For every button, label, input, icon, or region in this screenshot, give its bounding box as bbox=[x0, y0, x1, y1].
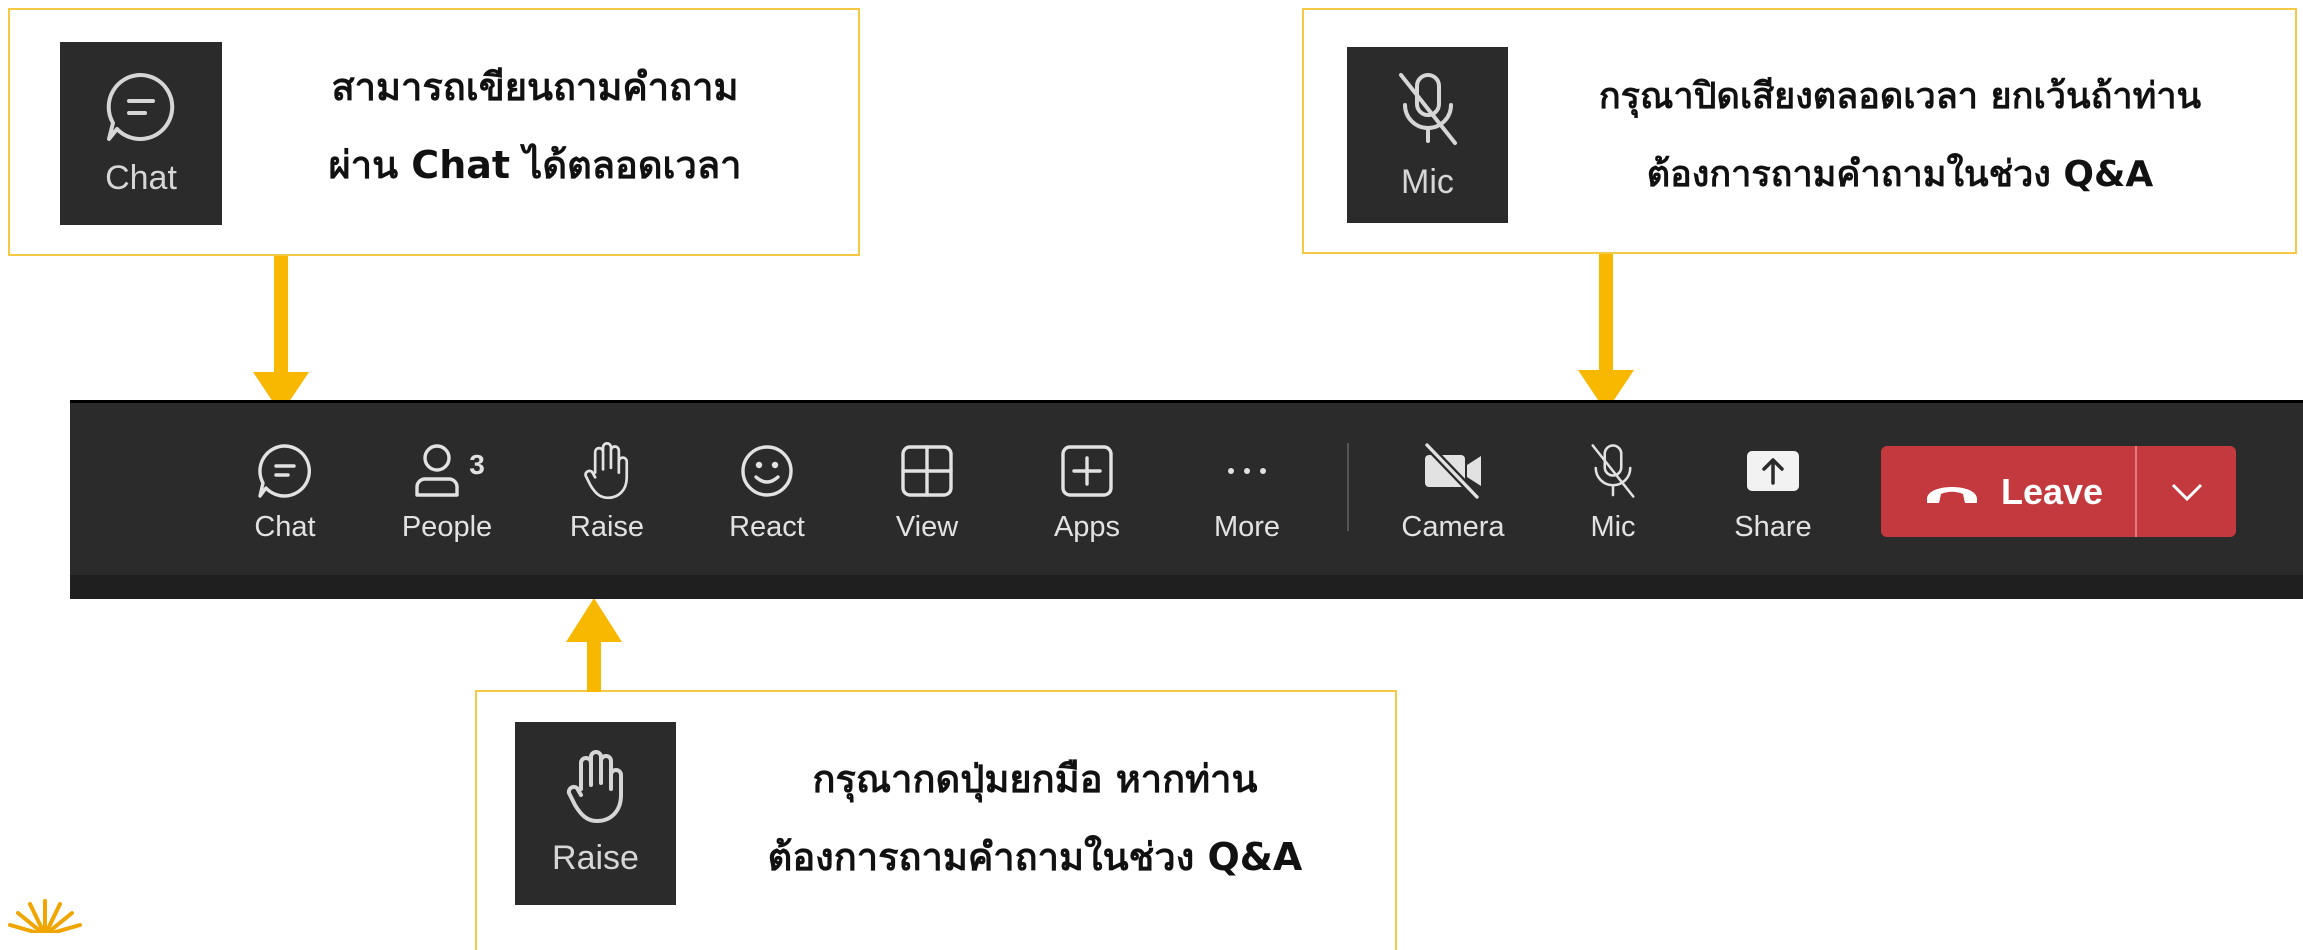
chat-button-label: Chat bbox=[254, 511, 316, 543]
more-button-label: More bbox=[1213, 511, 1281, 543]
raised-hand-icon bbox=[584, 442, 629, 500]
chat-icon bbox=[258, 444, 311, 498]
raised-hand-icon bbox=[566, 750, 623, 823]
raise-tile: Raise bbox=[515, 722, 676, 905]
react-button[interactable]: React bbox=[702, 441, 832, 551]
people-count-badge: 3 bbox=[469, 449, 485, 480]
toolbar-divider bbox=[1347, 443, 1349, 531]
leave-button-label: Leave bbox=[2001, 470, 2104, 512]
share-button-label: Share bbox=[1734, 511, 1812, 543]
leave-options-dropdown[interactable] bbox=[2137, 482, 2236, 502]
raise-callout-line1: กรุณากดปุ่มยกมือ หากท่าน bbox=[812, 757, 1258, 801]
mic-button[interactable]: Mic bbox=[1548, 441, 1678, 551]
camera-off-icon bbox=[1423, 441, 1481, 501]
mic-callout-line2: ต้องการถามคำถามในช่วง Q&A bbox=[1646, 154, 2154, 195]
people-button[interactable]: 3 People bbox=[382, 441, 512, 551]
chat-callout-line2: ผ่าน Chat ได้ตลอดเวลา bbox=[328, 143, 742, 187]
raise-hand-button[interactable]: Raise bbox=[542, 441, 672, 551]
share-screen-icon bbox=[1747, 451, 1799, 491]
camera-button[interactable]: Camera bbox=[1388, 441, 1518, 551]
react-button-label: React bbox=[729, 511, 805, 543]
camera-button-label: Camera bbox=[1401, 511, 1505, 543]
smiley-icon bbox=[741, 445, 793, 497]
raise-tile-label: Raise bbox=[552, 839, 639, 877]
meeting-toolbar: Chat 3 People Raise React View Apps More… bbox=[70, 400, 2303, 575]
mic-callout-text: กรุณาปิดเสียงตลอดเวลา ยกเว้นถ้าท่าน ต้อง… bbox=[1520, 58, 2280, 214]
mic-button-label: Mic bbox=[1590, 511, 1636, 543]
sunburst-logo bbox=[0, 895, 90, 933]
mic-off-icon bbox=[1398, 72, 1457, 145]
chat-icon bbox=[106, 72, 175, 141]
people-button-label: People bbox=[401, 511, 493, 543]
leave-main[interactable]: Leave bbox=[1881, 471, 2135, 513]
toolbar-bottom-strip bbox=[70, 575, 2303, 599]
chevron-down-icon bbox=[2171, 483, 2202, 501]
chat-callout-line1: สามารถเขียนถามคำถาม bbox=[331, 65, 739, 109]
hang-up-icon bbox=[1927, 486, 1977, 503]
share-button[interactable]: Share bbox=[1708, 441, 1838, 551]
mic-callout-line1: กรุณาปิดเสียงตลอดเวลา ยกเว้นถ้าท่าน bbox=[1598, 76, 2202, 117]
chat-callout-text: สามารถเขียนถามคำถาม ผ่าน Chat ได้ตลอดเวล… bbox=[240, 48, 830, 204]
view-button[interactable]: View bbox=[862, 441, 992, 551]
chat-tile: Chat bbox=[60, 42, 222, 225]
apps-button-label: Apps bbox=[1053, 511, 1121, 543]
raise-callout-line2: ต้องการถามคำถามในช่วง Q&A bbox=[767, 835, 1303, 879]
grid-view-icon bbox=[901, 445, 953, 497]
mic-off-icon bbox=[1591, 444, 1635, 498]
raise-button-label: Raise bbox=[569, 511, 645, 543]
apps-button[interactable]: Apps bbox=[1022, 441, 1152, 551]
raise-callout-text: กรุณากดปุ่มยกมือ หากท่าน ต้องการถามคำถาม… bbox=[700, 740, 1370, 896]
chat-arrow-shaft bbox=[274, 256, 288, 374]
chat-button[interactable]: Chat bbox=[220, 441, 350, 551]
raise-arrow-shaft bbox=[587, 640, 601, 692]
raise-arrow-head bbox=[566, 598, 622, 642]
people-icon bbox=[415, 444, 459, 497]
mic-arrow-shaft bbox=[1599, 254, 1613, 372]
add-apps-icon bbox=[1061, 445, 1113, 497]
view-button-label: View bbox=[895, 511, 959, 543]
leave-button[interactable]: Leave bbox=[1881, 446, 2236, 537]
more-dots-icon bbox=[1228, 468, 1266, 474]
mic-tile: Mic bbox=[1347, 47, 1508, 223]
more-button[interactable]: More bbox=[1182, 441, 1312, 551]
chat-tile-label: Chat bbox=[105, 159, 177, 197]
mic-tile-label: Mic bbox=[1401, 162, 1454, 201]
